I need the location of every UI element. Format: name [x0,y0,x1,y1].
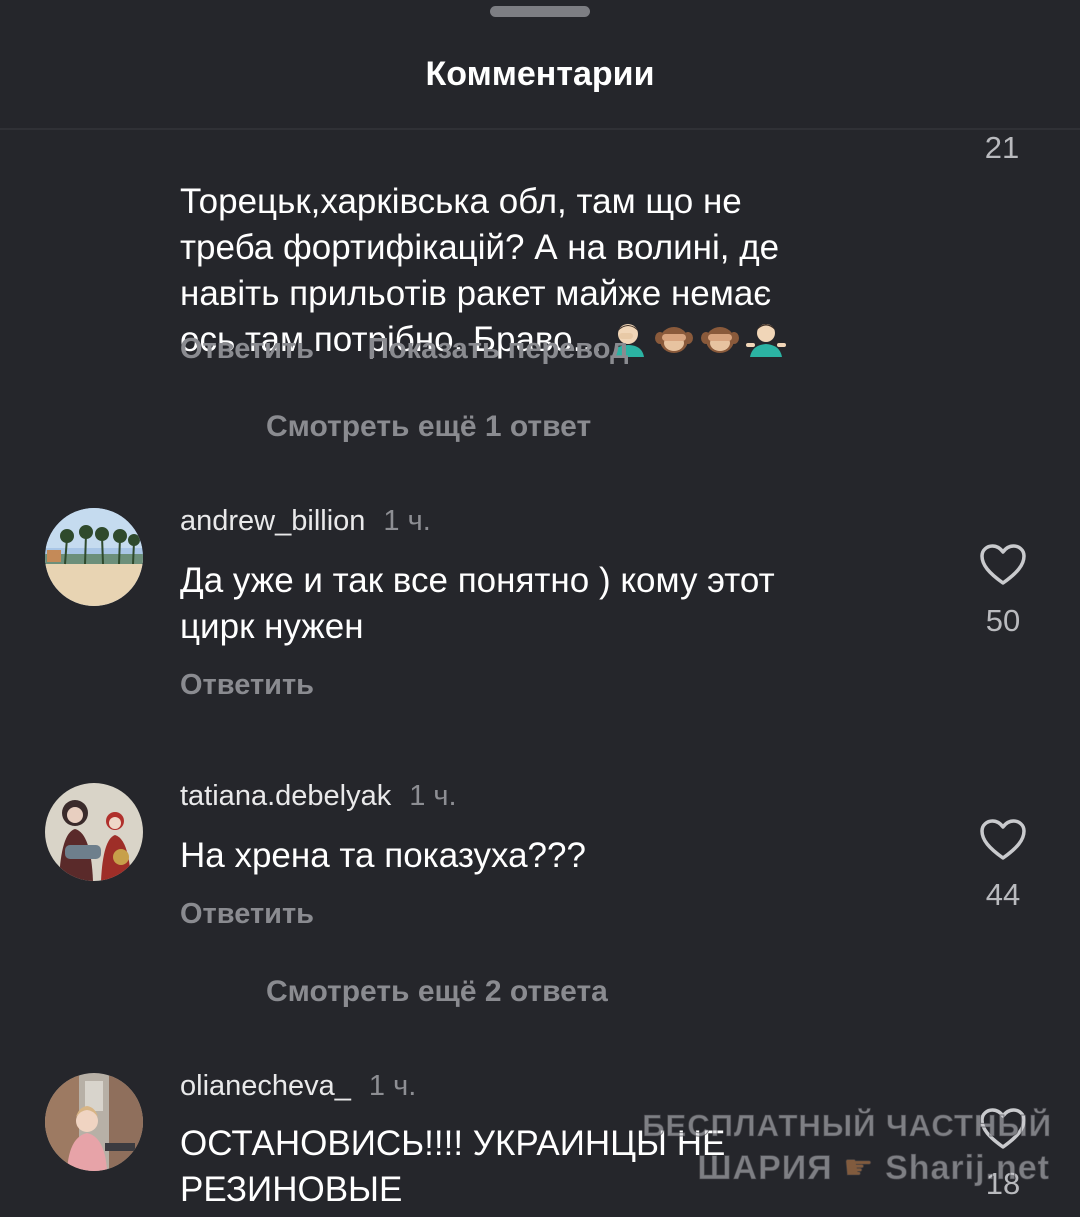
like-count: 50 [985,603,1021,638]
comment-header: olianecheva_ 1 ч. [180,1070,416,1103]
reply-button[interactable]: Ответить [180,669,314,702]
see-no-evil-monkey-emoji [700,327,739,353]
username-link[interactable]: andrew_billion [180,505,365,537]
view-more-replies-button[interactable]: Смотреть ещё 2 ответа [266,975,608,1009]
comments-list[interactable]: Торецьк,харківська обл, там що не треба … [0,130,1080,1217]
watermark-name: ШАРИЯ [697,1149,833,1188]
heart-icon[interactable] [979,818,1027,862]
comment-text: Да уже и так все понятно ) кому этот цир… [180,561,775,646]
comment-time: 1 ч. [383,505,431,537]
comment-text: На хрена та показуха??? [180,836,586,875]
illustration-avatar-image [45,783,143,881]
emoji-group [602,320,786,359]
comment-header: tatiana.debelyak 1 ч. [180,780,457,813]
reply-button[interactable]: Ответить [180,333,314,366]
see-no-evil-monkey-emoji [654,327,693,353]
shrug-emoji [745,324,786,357]
username-link[interactable]: tatiana.debelyak [180,780,391,812]
watermark-site: Sharij.net [885,1149,1050,1188]
comment-time: 1 ч. [409,780,457,812]
watermark-line-1: БЕСПЛАТНЫЙ ЧАСТНЫЙ [642,1108,1052,1144]
avatar[interactable] [45,508,143,606]
like-count: 21 [984,130,1020,165]
beach-palms-avatar-image [45,508,143,606]
comment-header: andrew_billion 1 ч. [180,505,431,538]
username-link[interactable]: olianecheva_ [180,1070,351,1102]
sheet-title: Комментарии [425,55,655,93]
drag-handle[interactable] [490,6,590,17]
watermark-line-2: ШАРИЯ ☛ Sharij.net [697,1148,1050,1188]
pointing-hand-icon: ☛ [843,1149,875,1188]
comment-text: Торецьк,харківська обл, там що не треба … [180,133,880,363]
avatar[interactable] [45,783,143,881]
reply-button[interactable]: Ответить [180,898,314,931]
comments-sheet: Комментарии Торецьк,харківська обл, там … [0,0,1080,1217]
comment-time: 1 ч. [368,1070,417,1102]
photo-avatar-image [45,1073,143,1171]
heart-icon[interactable] [979,543,1027,587]
show-translation-button[interactable]: Показать перевод [368,333,628,366]
like-count: 44 [985,877,1021,912]
avatar[interactable] [45,1073,143,1171]
view-more-replies-button[interactable]: Смотреть ещё 1 ответ [266,410,591,444]
